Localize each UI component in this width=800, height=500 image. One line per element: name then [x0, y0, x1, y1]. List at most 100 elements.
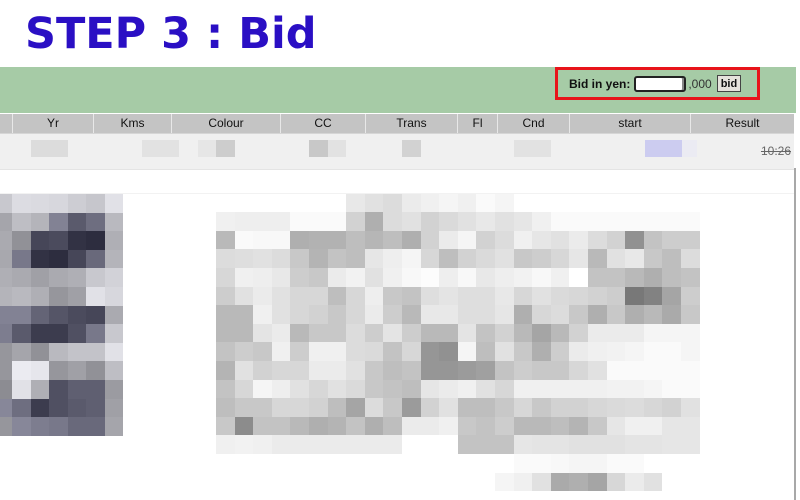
- mosaic-cell: [550, 398, 570, 417]
- mosaic-cell: [606, 398, 626, 417]
- mosaic-cell: [439, 268, 458, 287]
- mosaic-cell: [532, 230, 551, 250]
- mosaic-cell: [495, 379, 514, 399]
- column-header-yr[interactable]: Yr: [12, 114, 93, 133]
- mosaic-cell: [420, 193, 440, 213]
- redacted-colour-a: [198, 140, 216, 157]
- redacted-yr: [31, 140, 68, 157]
- bid-button[interactable]: bid: [716, 75, 742, 92]
- mosaic-cell: [327, 212, 347, 231]
- column-header-fl[interactable]: Fl: [457, 114, 497, 133]
- mosaic-cell: [606, 435, 626, 454]
- column-header-trans[interactable]: Trans: [365, 114, 457, 133]
- mosaic-cell: [49, 249, 68, 269]
- mosaic-cell: [625, 268, 644, 287]
- mosaic-cell: [253, 416, 272, 436]
- mosaic-cell: [420, 286, 440, 306]
- mosaic-cell: [0, 231, 12, 250]
- mosaic-cell: [569, 305, 588, 324]
- mosaic-cell: [346, 305, 365, 324]
- mosaic-cell: [681, 379, 700, 399]
- mosaic-cell: [643, 268, 663, 287]
- mosaic-cell: [495, 435, 514, 454]
- mosaic-cell: [420, 323, 440, 343]
- mosaic-cell: [495, 212, 514, 231]
- mosaic-cell: [402, 212, 421, 231]
- mosaic-cell: [86, 380, 105, 399]
- mosaic-cell: [513, 268, 533, 287]
- mosaic-cell: [31, 287, 49, 306]
- mosaic-cell: [105, 287, 123, 306]
- mosaic-cell: [253, 268, 272, 287]
- mosaic-cell: [495, 323, 514, 343]
- mosaic-cell: [327, 435, 347, 454]
- mosaic-cell: [588, 212, 607, 231]
- mosaic-cell: [327, 305, 347, 324]
- mosaic-cell: [625, 342, 644, 361]
- mosaic-cell: [476, 305, 495, 324]
- mosaic-cell: [588, 305, 607, 324]
- column-header-cnd[interactable]: Cnd: [497, 114, 569, 133]
- mosaic-cell: [0, 342, 12, 362]
- redacted-vehicle-thumbnail[interactable]: [0, 194, 123, 436]
- bid-form-highlight: Bid in yen: ,000 bid: [555, 67, 760, 100]
- mosaic-cell: [327, 323, 347, 343]
- mosaic-cell: [271, 249, 291, 268]
- mosaic-cell: [569, 361, 588, 380]
- mosaic-cell: [550, 472, 570, 492]
- mosaic-cell: [457, 398, 477, 417]
- mosaic-cell: [309, 268, 328, 287]
- mosaic-cell: [402, 323, 421, 343]
- mosaic-cell: [105, 361, 123, 380]
- mosaic-cell: [253, 286, 272, 306]
- mosaic-cell: [662, 230, 681, 250]
- mosaic-cell: [625, 379, 644, 399]
- mosaic-cell: [68, 342, 86, 362]
- mosaic-cell: [216, 305, 235, 324]
- mosaic-cell: [643, 435, 663, 454]
- mosaic-cell: [216, 361, 235, 380]
- mosaic-cell: [588, 323, 607, 343]
- mosaic-cell: [457, 249, 477, 268]
- column-header-cc[interactable]: CC: [280, 114, 365, 133]
- mosaic-cell: [606, 416, 626, 436]
- mosaic-cell: [476, 212, 495, 231]
- mosaic-cell: [606, 212, 626, 231]
- mosaic-cell: [550, 416, 570, 436]
- mosaic-cell: [457, 361, 477, 380]
- mosaic-cell: [327, 268, 347, 287]
- mosaic-cell: [68, 287, 86, 306]
- mosaic-cell: [12, 417, 31, 436]
- mosaic-cell: [12, 305, 31, 325]
- mosaic-cell: [625, 398, 644, 417]
- mosaic-cell: [457, 323, 477, 343]
- table-row[interactable]: 10:26: [0, 134, 794, 170]
- mosaic-cell: [364, 416, 384, 436]
- mosaic-cell: [457, 379, 477, 399]
- mosaic-cell: [86, 231, 105, 250]
- mosaic-cell: [327, 379, 347, 399]
- mosaic-cell: [476, 323, 495, 343]
- column-header-result[interactable]: Result: [690, 114, 794, 133]
- mosaic-cell: [662, 286, 681, 306]
- column-header-start[interactable]: start: [569, 114, 690, 133]
- mosaic-cell: [86, 324, 105, 343]
- mosaic-cell: [662, 249, 681, 268]
- mosaic-cell: [681, 435, 700, 454]
- mosaic-cell: [12, 231, 31, 250]
- mosaic-cell: [681, 398, 700, 417]
- column-header-kms[interactable]: Kms: [93, 114, 171, 133]
- mosaic-cell: [327, 342, 347, 361]
- mosaic-cell: [346, 379, 365, 399]
- mosaic-cell: [625, 212, 644, 231]
- column-header-colour[interactable]: Colour: [171, 114, 280, 133]
- mosaic-cell: [606, 286, 626, 306]
- mosaic-cell: [290, 435, 309, 454]
- bid-amount-input[interactable]: [634, 75, 687, 92]
- mosaic-cell: [643, 416, 663, 436]
- mosaic-cell: [513, 472, 533, 492]
- mosaic-cell: [495, 230, 514, 250]
- mosaic-cell: [402, 305, 421, 324]
- mosaic-cell: [327, 398, 347, 417]
- mosaic-cell: [550, 230, 570, 250]
